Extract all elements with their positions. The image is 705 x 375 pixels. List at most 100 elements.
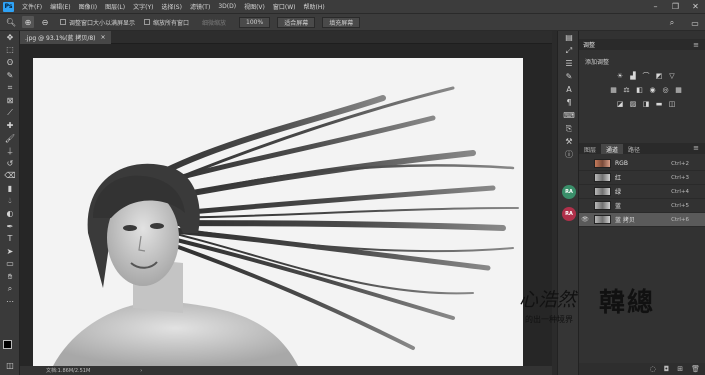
channels-menu-icon[interactable]: ≡ — [693, 144, 699, 152]
brightness-contrast-icon[interactable]: ☀ — [615, 71, 625, 81]
document-image[interactable] — [33, 58, 523, 366]
channel-row-red[interactable]: 红 Ctrl+3 — [579, 171, 705, 185]
document-tab[interactable]: .jpg @ 93.1%(蓝 拷贝/8) × — [20, 31, 111, 44]
frame-tool-icon[interactable]: ⊠ — [0, 94, 20, 107]
character-panel-icon[interactable]: A — [558, 83, 580, 96]
load-selection-icon[interactable]: ◌ — [650, 365, 656, 373]
menu-layer[interactable]: 图层(L) — [105, 2, 125, 11]
hand-tool-icon[interactable]: ✋︎ — [0, 270, 20, 283]
info-panel-icon[interactable]: ⓘ — [558, 148, 580, 161]
menu-file[interactable]: 文件(F) — [22, 2, 42, 11]
resize-windows-checkbox[interactable] — [60, 19, 66, 25]
menu-image[interactable]: 图像(I) — [79, 2, 97, 11]
glyphs-panel-icon[interactable]: ⌨ — [558, 109, 580, 122]
foreground-color-swatch[interactable] — [3, 340, 12, 349]
eraser-tool-icon[interactable]: ⌫ — [0, 170, 20, 183]
actions-panel-icon[interactable]: ⤢ — [558, 44, 580, 57]
rectangle-tool-icon[interactable]: ▭ — [0, 258, 20, 271]
selective-color-icon[interactable]: ◫ — [667, 99, 677, 109]
close-icon[interactable]: ✕ — [690, 1, 701, 11]
history-brush-tool-icon[interactable]: ↺ — [0, 157, 20, 170]
pen-tool-icon[interactable]: ✒ — [0, 220, 20, 233]
color-lookup-icon[interactable]: ▦ — [674, 85, 684, 95]
photoshop-logo-icon[interactable]: Ps — [3, 1, 14, 12]
eye-icon[interactable]: 👁︎ — [579, 216, 591, 223]
channel-row-rgb[interactable]: RGB Ctrl+2 — [579, 157, 705, 171]
lasso-tool-icon[interactable]: ʘ — [0, 56, 20, 69]
menu-filter[interactable]: 滤镜(T) — [190, 2, 210, 11]
clone-source-panel-icon[interactable]: ⎘ — [558, 122, 580, 135]
color-swatches[interactable] — [3, 340, 17, 354]
save-selection-icon[interactable]: ◘ — [664, 365, 670, 373]
history-panel-icon[interactable]: ▤ — [558, 31, 580, 44]
color-balance-icon[interactable]: ⚖ — [622, 85, 632, 95]
zoom-100-button[interactable]: 100% — [239, 16, 271, 28]
vibrance-icon[interactable]: ▽ — [667, 71, 677, 81]
delete-channel-icon[interactable]: 🗑︎ — [691, 365, 700, 373]
marquee-tool-icon[interactable]: ⬚ — [0, 44, 20, 57]
fit-screen-button[interactable]: 适合屏幕 — [277, 16, 316, 28]
quick-mask-icon[interactable]: ◫ — [0, 359, 20, 372]
threshold-icon[interactable]: ◨ — [641, 99, 651, 109]
paragraph-panel-icon[interactable]: ¶ — [558, 96, 580, 109]
invert-icon[interactable]: ◪ — [615, 99, 625, 109]
zoom-out-icon[interactable]: ⊖ — [39, 16, 51, 28]
plugin-badge-2[interactable]: RA — [562, 207, 576, 221]
type-tool-icon[interactable]: T — [0, 233, 20, 246]
hue-saturation-icon[interactable]: ▦ — [609, 85, 619, 95]
menu-3d[interactable]: 3D(D) — [218, 3, 236, 10]
channel-row-green[interactable]: 绿 Ctrl+4 — [579, 185, 705, 199]
gradient-map-icon[interactable]: ▬ — [654, 99, 664, 109]
dodge-tool-icon[interactable]: ◐ — [0, 207, 20, 220]
minimize-icon[interactable]: – — [650, 1, 661, 11]
menu-view[interactable]: 视图(V) — [244, 2, 265, 11]
blur-tool-icon[interactable]: 💧︎ — [0, 195, 20, 208]
menu-help[interactable]: 帮助(H) — [304, 2, 325, 11]
quick-select-tool-icon[interactable]: ✎ — [0, 69, 20, 82]
zoom-all-checkbox[interactable] — [144, 19, 151, 25]
clone-stamp-tool-icon[interactable]: ⍊ — [0, 144, 20, 157]
workspace-icon[interactable]: ▭ — [689, 17, 701, 29]
brush-tool-icon[interactable]: 🖌︎ — [0, 132, 20, 145]
black-white-icon[interactable]: ◧ — [635, 85, 645, 95]
menu-edit[interactable]: 编辑(E) — [50, 2, 70, 11]
brush-panel-icon[interactable]: ✎ — [558, 70, 580, 83]
posterize-icon[interactable]: ▨ — [628, 99, 638, 109]
exposure-icon[interactable]: ◩ — [654, 71, 664, 81]
properties-panel-icon[interactable]: ☰ — [558, 57, 580, 70]
status-arrow-icon[interactable]: › — [140, 368, 142, 374]
fill-screen-button[interactable]: 填充屏幕 — [322, 16, 361, 28]
tab-close-icon[interactable]: × — [101, 34, 106, 41]
levels-icon[interactable]: ▟ — [628, 71, 638, 81]
menu-type[interactable]: 文字(Y) — [133, 2, 153, 11]
adjustments-tab[interactable]: 调整 — [583, 40, 595, 49]
zoom-tool-icon[interactable]: ⌕ — [0, 283, 20, 296]
more-tools-icon[interactable]: ⋯ — [0, 295, 20, 308]
channel-row-blue[interactable]: 蓝 Ctrl+5 — [579, 199, 705, 213]
plugin-badge-1[interactable]: RA — [562, 185, 576, 199]
zoom-in-icon[interactable]: ⊕ — [22, 16, 34, 28]
adjustments-menu-icon[interactable]: ≡ — [693, 41, 699, 49]
path-select-tool-icon[interactable]: ➤ — [0, 245, 20, 258]
move-tool-icon[interactable]: ✥ — [0, 31, 20, 44]
restore-icon[interactable]: ❐ — [670, 1, 681, 11]
eyedropper-tool-icon[interactable]: ⟋ — [0, 107, 20, 120]
new-channel-icon[interactable]: ⊞ — [677, 365, 683, 373]
scrubby-zoom-button[interactable]: 细微缩放 — [196, 17, 232, 28]
tool-presets-panel-icon[interactable]: ⚒ — [558, 135, 580, 148]
curves-icon[interactable]: ⌒ — [641, 71, 651, 81]
gradient-tool-icon[interactable]: ▮ — [0, 182, 20, 195]
healing-brush-tool-icon[interactable]: ✚ — [0, 119, 20, 132]
zoom-tool-icon[interactable]: 🔍︎ — [5, 16, 17, 28]
canvas-area[interactable] — [20, 44, 552, 366]
photo-filter-icon[interactable]: ◉ — [648, 85, 658, 95]
menu-window[interactable]: 窗口(W) — [273, 2, 296, 11]
crop-tool-icon[interactable]: ⌗ — [0, 81, 20, 94]
search-icon[interactable]: ⌕ — [666, 17, 678, 29]
tab-channels[interactable]: 通道 — [601, 144, 624, 154]
tab-paths[interactable]: 路径 — [623, 144, 645, 154]
menu-select[interactable]: 选择(S) — [161, 2, 182, 11]
channel-mixer-icon[interactable]: ◎ — [661, 85, 671, 95]
tab-layers[interactable]: 图层 — [579, 144, 601, 154]
channel-row-blue-copy[interactable]: 👁︎ 蓝 拷贝 Ctrl+6 — [579, 213, 705, 227]
